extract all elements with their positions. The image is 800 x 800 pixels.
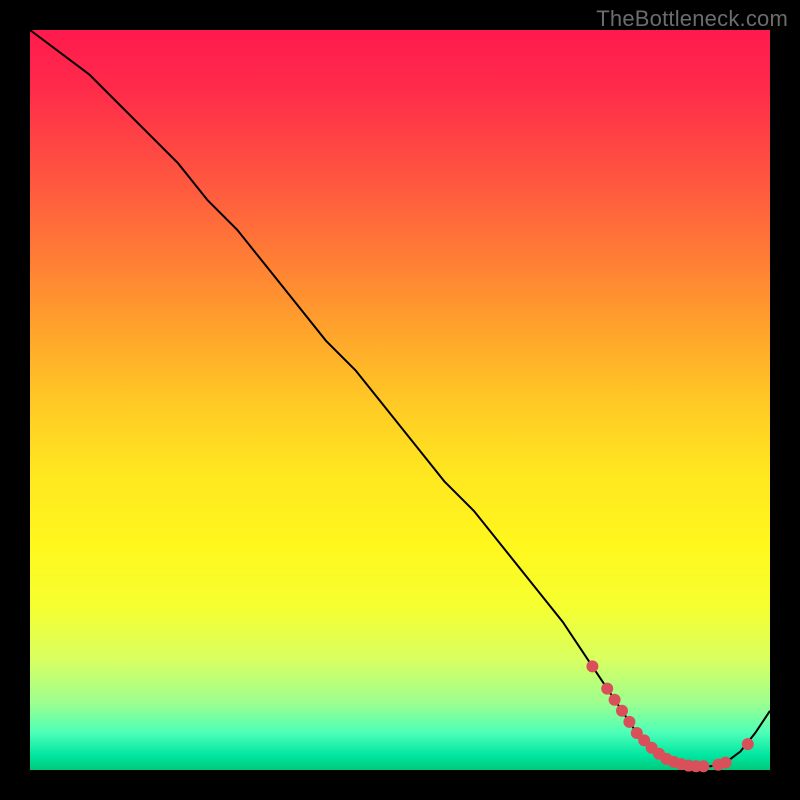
data-marker bbox=[720, 757, 732, 769]
watermark-text: TheBottleneck.com bbox=[596, 6, 788, 32]
data-marker bbox=[609, 694, 621, 706]
data-marker bbox=[742, 738, 754, 750]
data-marker bbox=[623, 716, 635, 728]
chart-svg bbox=[30, 30, 770, 770]
data-marker bbox=[586, 660, 598, 672]
chart-container: TheBottleneck.com bbox=[0, 0, 800, 800]
plot-area bbox=[30, 30, 770, 770]
data-marker bbox=[601, 683, 613, 695]
markers-group bbox=[586, 660, 753, 772]
data-marker bbox=[616, 705, 628, 717]
data-marker bbox=[697, 760, 709, 772]
bottleneck-curve bbox=[30, 30, 770, 766]
